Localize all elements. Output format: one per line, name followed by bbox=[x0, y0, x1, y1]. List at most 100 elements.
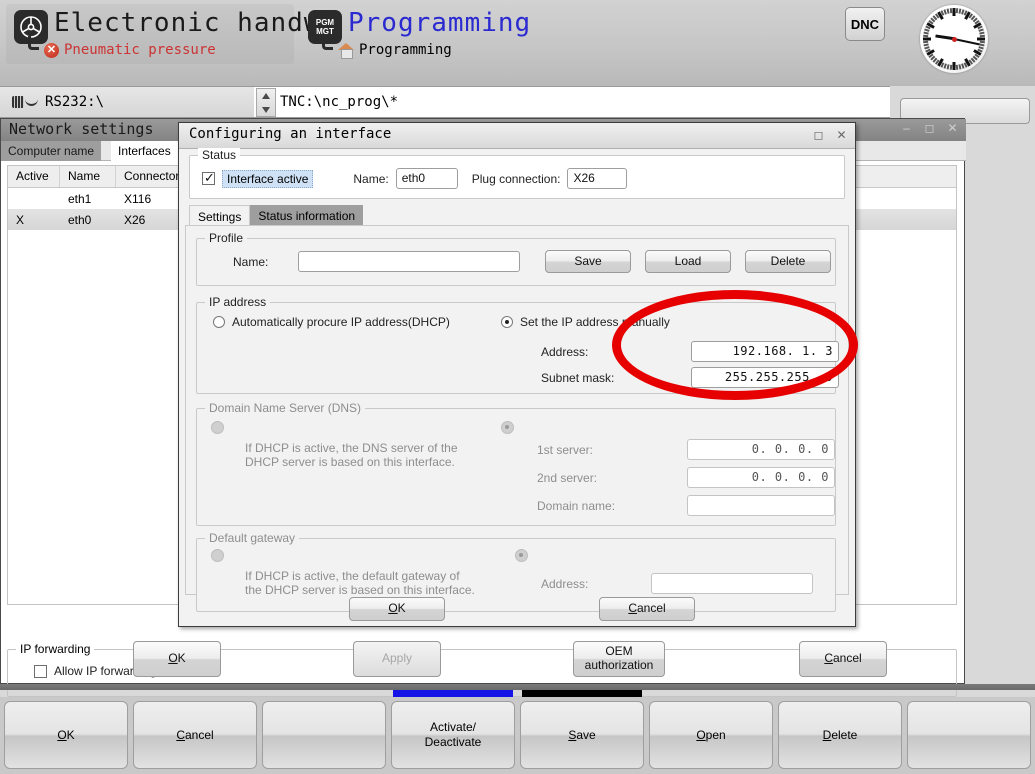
dns-server2-input[interactable]: 0. 0. 0. 0 bbox=[687, 467, 835, 488]
dns-domain-name-input[interactable] bbox=[687, 495, 835, 516]
pgm-mgt-line1: PGM bbox=[315, 18, 335, 27]
tab-computer-name[interactable]: Computer name bbox=[1, 141, 102, 161]
softkey-empty-3[interactable] bbox=[262, 701, 386, 769]
cell-name: eth1 bbox=[68, 191, 92, 206]
manual-ip-radio-option[interactable]: Set the IP address manually bbox=[501, 315, 670, 329]
softkey-0-accel: O bbox=[57, 727, 67, 742]
net-ok-button[interactable]: OK bbox=[133, 641, 221, 677]
status-group: Status Interface active Name: eth0 Plug … bbox=[189, 148, 845, 199]
clock-tick bbox=[952, 62, 956, 70]
softkey-3-line1: Activate/ bbox=[429, 720, 477, 734]
tab-status-information[interactable]: Status information bbox=[250, 205, 364, 226]
softkey-6-accel: D bbox=[822, 727, 832, 742]
dns-server2-label: 2nd server: bbox=[537, 471, 598, 485]
softkey-marker bbox=[393, 690, 513, 697]
profile-name-label: Name: bbox=[233, 255, 269, 269]
softkey-cancel[interactable]: Cancel bbox=[133, 701, 257, 769]
cell-active: X bbox=[16, 212, 25, 227]
radio-dns-manual-icon[interactable] bbox=[501, 421, 514, 434]
minimize-icon[interactable]: – bbox=[899, 121, 914, 136]
dns-group-label: Domain Name Server (DNS) bbox=[205, 401, 366, 415]
softkey-1-accel: C bbox=[176, 727, 185, 742]
spinner-up-down-icon[interactable] bbox=[256, 88, 276, 117]
tab-computer-name-label: Computer name bbox=[8, 144, 95, 158]
path-left-source[interactable]: RS232:\ bbox=[0, 87, 254, 117]
profile-load-label: Load bbox=[674, 253, 702, 268]
net-oem-authorization-button[interactable]: OEM authorization bbox=[573, 641, 665, 677]
ip-address-group-label: IP address bbox=[205, 295, 271, 309]
path-right-target[interactable]: TNC:\nc_prog\* bbox=[280, 87, 398, 117]
radio-gateway-manual-icon[interactable] bbox=[515, 549, 528, 562]
profile-save-button[interactable]: Save bbox=[545, 250, 631, 273]
mode-title-left: Electronic handw… bbox=[54, 8, 338, 38]
interface-active-checkbox[interactable] bbox=[202, 170, 215, 186]
tab-interfaces-label: Interfaces bbox=[118, 144, 171, 158]
dialog-footer: OK Cancel bbox=[185, 597, 849, 625]
mode-title-right: Programming bbox=[348, 8, 532, 38]
dialog-ok-accel: O bbox=[388, 601, 398, 616]
dialog-cancel-button[interactable]: Cancel bbox=[599, 597, 695, 621]
ip-address-label: Address: bbox=[541, 345, 589, 359]
dnc-badge[interactable]: DNC bbox=[845, 7, 885, 41]
profile-delete-button[interactable]: Delete bbox=[745, 250, 831, 273]
net-oem-line1: OEM bbox=[605, 644, 633, 659]
ip-address-input[interactable]: 192.168. 1. 3 bbox=[691, 341, 839, 362]
tab-status-information-label: Status information bbox=[258, 209, 356, 223]
interface-active-label: Interface active bbox=[222, 169, 314, 188]
mode-panel-left[interactable]: Electronic handw… ✕ Pneumatic pressure bbox=[6, 4, 336, 64]
tab-interfaces[interactable]: Interfaces bbox=[111, 141, 178, 161]
softkey-activate-deactivate[interactable]: Activate/ Deactivate bbox=[391, 701, 515, 769]
clock-tick bbox=[949, 8, 953, 14]
radio-dhcp-icon bbox=[213, 316, 225, 328]
manual-ip-radio-label: Set the IP address manually bbox=[520, 315, 670, 329]
network-settings-button-bar: OK Apply OEM authorization Cancel bbox=[1, 631, 966, 685]
maximize-icon[interactable]: ◻ bbox=[922, 121, 937, 136]
profile-name-input[interactable] bbox=[298, 251, 520, 272]
radio-manual-icon bbox=[501, 316, 513, 328]
net-apply-label: Apply bbox=[381, 651, 413, 666]
close-icon[interactable]: ✕ bbox=[834, 128, 849, 143]
dialog-ok-button[interactable]: OK bbox=[349, 597, 445, 621]
subnet-mask-input[interactable]: 255.255.255. 0 bbox=[691, 367, 839, 388]
path-bar: RS232:\ TNC:\nc_prog\* bbox=[0, 86, 890, 118]
net-cancel-accel: C bbox=[824, 651, 833, 666]
path-left-text: RS232:\ bbox=[45, 94, 105, 110]
home-icon bbox=[338, 43, 354, 59]
close-icon[interactable]: ✕ bbox=[945, 121, 960, 136]
softkey-delete[interactable]: Delete bbox=[778, 701, 902, 769]
dns-server1-input[interactable]: 0. 0. 0. 0 bbox=[687, 439, 835, 460]
gateway-address-input[interactable] bbox=[651, 573, 813, 594]
error-x-icon: ✕ bbox=[44, 42, 59, 58]
net-apply-button[interactable]: Apply bbox=[353, 641, 441, 677]
subnet-mask-label: Subnet mask: bbox=[541, 371, 615, 385]
interface-name-input[interactable]: eth0 bbox=[395, 168, 458, 189]
softkey-ok[interactable]: OK bbox=[4, 701, 128, 769]
clock-tick bbox=[923, 34, 929, 38]
cell-name: eth0 bbox=[68, 212, 92, 227]
radio-gateway-dhcp-icon[interactable] bbox=[211, 549, 224, 562]
status-group-label: Status bbox=[198, 148, 241, 162]
softkey-empty-8[interactable] bbox=[907, 701, 1031, 769]
tab-settings[interactable]: Settings bbox=[189, 205, 251, 226]
softkey-open[interactable]: Open bbox=[649, 701, 773, 769]
dns-server1-label: 1st server: bbox=[537, 443, 594, 457]
rs232-connector-icon bbox=[12, 96, 38, 108]
machine-status-header: Electronic handw… ✕ Pneumatic pressure P… bbox=[0, 0, 1035, 86]
dns-dhcp-hint-line2: DHCP server is based on this interface. bbox=[245, 455, 455, 469]
dhcp-radio-option[interactable]: Automatically procure IP address(DHCP) bbox=[213, 315, 450, 329]
path-right-text: TNC:\nc_prog\* bbox=[280, 94, 399, 110]
mode-panel-right[interactable]: PGM MGT Programming Programming bbox=[300, 4, 890, 64]
profile-save-label: Save bbox=[574, 253, 602, 268]
dialog-titlebar: Configuring an interface ◻ ✕ bbox=[179, 123, 855, 149]
profile-load-button[interactable]: Load bbox=[645, 250, 731, 273]
softkey-markers bbox=[0, 690, 1035, 697]
plug-connection-input[interactable]: X26 bbox=[567, 168, 628, 189]
dialog-settings-panel: Profile Name: Save Load Delete IP addres… bbox=[185, 225, 849, 612]
radio-dns-dhcp-icon[interactable] bbox=[211, 421, 224, 434]
softkey-save[interactable]: Save bbox=[520, 701, 644, 769]
net-cancel-button[interactable]: Cancel bbox=[799, 641, 887, 677]
restore-icon[interactable]: ◻ bbox=[811, 128, 826, 143]
dns-domain-name-label: Domain name: bbox=[537, 499, 616, 513]
clock-tick bbox=[923, 37, 931, 41]
dialog-tabs: Settings Status information bbox=[189, 205, 364, 226]
